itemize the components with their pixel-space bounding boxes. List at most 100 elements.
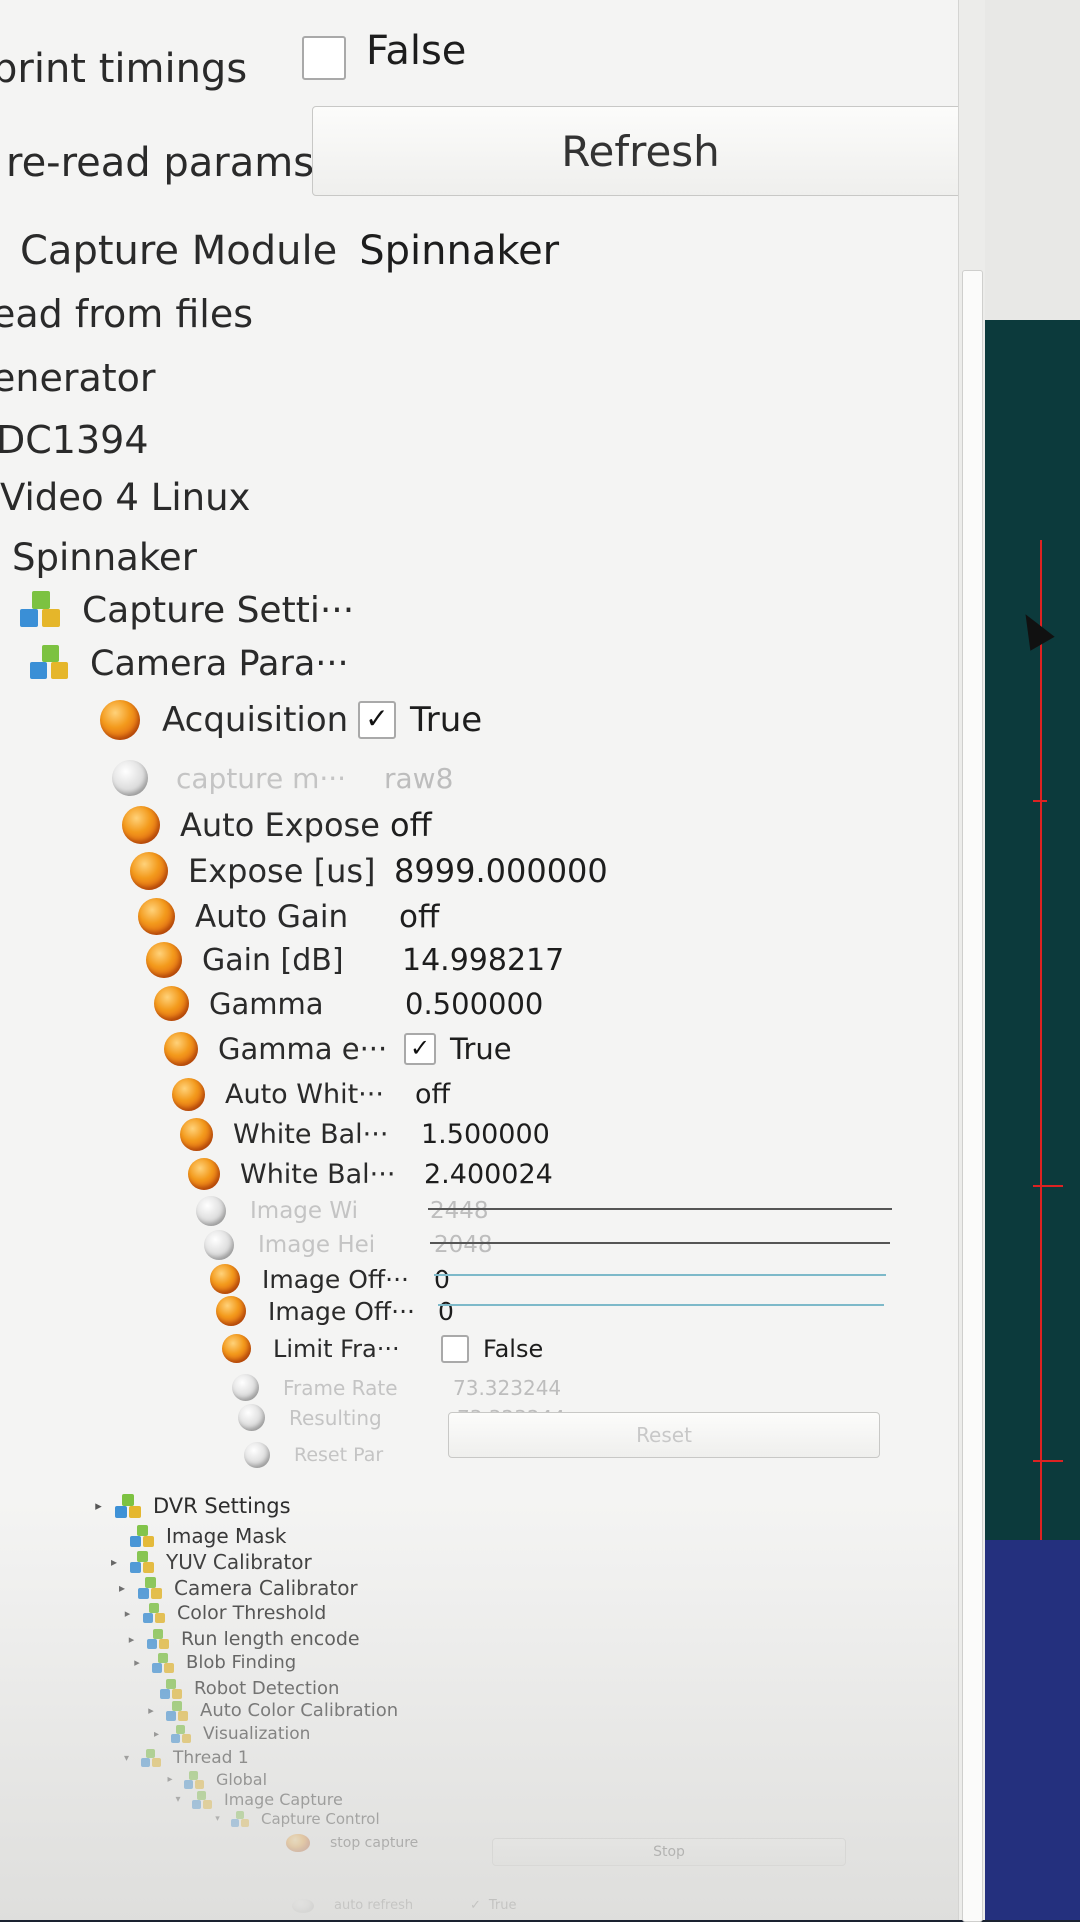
tree-item-label: Run length encode xyxy=(181,1628,360,1650)
module-label: Video 4 Linux xyxy=(0,476,251,519)
tree-item[interactable]: ▸ Color Threshold xyxy=(118,1602,327,1624)
expand-right-icon[interactable]: ▸ xyxy=(112,1581,132,1595)
expand-down-icon[interactable]: ▾ xyxy=(118,1753,135,1764)
tree-item[interactable]: ▸ Run length encode xyxy=(122,1628,360,1650)
param-value[interactable]: 1.500000 xyxy=(421,1119,550,1150)
refresh-button[interactable]: Refresh xyxy=(312,106,969,196)
param-value[interactable]: off xyxy=(399,899,439,935)
marker-tick xyxy=(1033,1460,1063,1462)
acquisition-checkbox[interactable]: ✓ xyxy=(358,701,396,739)
param-acquisition: Acquisition ✓ True xyxy=(100,700,482,740)
print-timings-checkbox[interactable] xyxy=(302,36,346,80)
param-value[interactable]: 0 xyxy=(434,1265,450,1294)
param-label: Capture Module xyxy=(20,228,338,274)
expand-right-icon[interactable]: ▸ xyxy=(148,1729,165,1740)
param-value: 2448 xyxy=(430,1198,489,1224)
cubes-icon xyxy=(152,1652,176,1673)
image-offset-x-field[interactable] xyxy=(434,1274,886,1276)
param-value[interactable]: 14.998217 xyxy=(402,943,564,978)
tree-item-label: Image Mask xyxy=(166,1524,287,1548)
param-gamma: Gamma 0.500000 xyxy=(154,986,543,1021)
limit-framerate-checkbox[interactable] xyxy=(441,1334,469,1363)
image-viewport[interactable] xyxy=(985,0,1080,1920)
param-value[interactable]: 2.400024 xyxy=(424,1159,553,1190)
param-value[interactable]: 0 xyxy=(438,1297,454,1326)
image-offset-y-field[interactable] xyxy=(438,1304,884,1306)
image-height-field xyxy=(430,1242,890,1244)
tree-item[interactable]: ▸ Blob Finding xyxy=(128,1652,296,1673)
module-dc1394[interactable]: DC1394 xyxy=(0,418,149,462)
param-auto-refresh: auto refresh ✓ True xyxy=(292,1898,517,1913)
param-label: Limit Fra··· xyxy=(273,1334,400,1363)
parameter-ball-icon xyxy=(146,942,182,978)
tree-item[interactable]: ▸ YUV Calibrator xyxy=(104,1550,312,1574)
tree-item[interactable]: ▸ Camera Calibrator xyxy=(112,1576,358,1600)
cubes-icon xyxy=(147,1629,171,1649)
expand-right-icon[interactable]: ▸ xyxy=(162,1774,178,1785)
parameter-tree-panel: print timings False re-read params Refre… xyxy=(0,0,985,1920)
tree-item[interactable]: Robot Detection xyxy=(136,1678,339,1699)
param-auto-gain: Auto Gain off xyxy=(138,898,439,935)
tree-item[interactable]: ▾ Thread 1 xyxy=(118,1748,249,1768)
tree-item[interactable]: Image Mask xyxy=(104,1524,287,1548)
gamma-enable-checkbox[interactable]: ✓ xyxy=(404,1033,436,1065)
tree-item[interactable]: ▸ Global xyxy=(162,1770,267,1789)
param-value: 73.323244 xyxy=(453,1375,562,1400)
param-capture-module: Capture Module Spinnaker xyxy=(20,228,559,274)
param-value: True xyxy=(450,1032,512,1066)
param-value: 2048 xyxy=(434,1232,493,1258)
tree-item[interactable]: ▾ Image Capture xyxy=(170,1790,342,1809)
module-read-from-files[interactable]: ead from files xyxy=(0,292,253,336)
image-width-field xyxy=(428,1208,892,1210)
tree-item-label: Visualization xyxy=(203,1724,311,1744)
param-value[interactable]: off xyxy=(390,806,432,844)
expand-right-icon[interactable]: ▸ xyxy=(88,1499,109,1514)
parameter-ball-icon xyxy=(232,1374,259,1401)
param-value[interactable]: off xyxy=(415,1079,450,1110)
parameter-ball-icon xyxy=(216,1296,246,1326)
param-white-balance-1: White Bal··· 1.500000 xyxy=(180,1118,550,1151)
cubes-icon xyxy=(20,590,64,631)
expand-right-icon[interactable]: ▸ xyxy=(104,1555,124,1569)
parameter-ball-icon xyxy=(196,1196,226,1226)
parameter-ball-icon xyxy=(244,1442,270,1468)
param-limit-framerate: Limit Fra··· False xyxy=(222,1334,543,1363)
tree-item-label: Color Threshold xyxy=(177,1602,327,1624)
tree-item[interactable]: ▸ Visualization xyxy=(148,1724,310,1744)
param-label: Image Wi xyxy=(250,1198,358,1224)
stop-button[interactable]: Stop xyxy=(492,1838,846,1866)
capture-module-value[interactable]: Spinnaker xyxy=(359,228,559,274)
parameter-ball-icon xyxy=(238,1404,265,1431)
param-label: Gamma xyxy=(209,986,324,1021)
expand-right-icon[interactable]: ▸ xyxy=(142,1704,160,1717)
checkmark-icon[interactable]: ✓ xyxy=(470,1898,481,1913)
expand-down-icon[interactable]: ▾ xyxy=(210,1814,225,1824)
parameter-ball-icon xyxy=(204,1230,234,1260)
tree-item[interactable]: ▸ Auto Color Calibration xyxy=(142,1700,398,1721)
reset-button[interactable]: Reset xyxy=(448,1412,880,1458)
group-label: Capture Setti··· xyxy=(82,590,355,631)
group-camera-params[interactable]: Camera Para··· xyxy=(30,644,349,684)
expand-right-icon[interactable]: ▸ xyxy=(128,1656,146,1669)
module-video4linux[interactable]: Video 4 Linux xyxy=(0,476,250,519)
expand-down-icon[interactable]: ▾ xyxy=(170,1794,186,1805)
expand-right-icon[interactable]: ▸ xyxy=(122,1633,141,1646)
marker-line xyxy=(1040,540,1042,1540)
expand-right-icon[interactable]: ▸ xyxy=(118,1607,137,1620)
tree-item[interactable]: ▾ Capture Control xyxy=(210,1810,380,1828)
param-value: True xyxy=(410,700,483,740)
param-value[interactable]: 0.500000 xyxy=(405,987,543,1021)
group-capture-settings[interactable]: Capture Setti··· xyxy=(20,590,354,631)
module-label: DC1394 xyxy=(0,418,149,462)
parameter-ball-icon xyxy=(180,1118,213,1151)
module-generator[interactable]: enerator xyxy=(0,356,156,400)
module-spinnaker[interactable]: Spinnaker xyxy=(12,536,197,579)
module-label: Spinnaker xyxy=(12,536,197,579)
print-timings-value: False xyxy=(366,28,467,74)
param-value: True xyxy=(488,1898,517,1913)
tree-item[interactable]: ▸ DVR Settings xyxy=(88,1494,291,1518)
tree-item-label: Capture Control xyxy=(261,1810,380,1828)
param-value[interactable]: 8999.000000 xyxy=(394,852,608,890)
tree-item-label: DVR Settings xyxy=(153,1494,291,1518)
scrollbar-thumb[interactable] xyxy=(962,270,983,1922)
